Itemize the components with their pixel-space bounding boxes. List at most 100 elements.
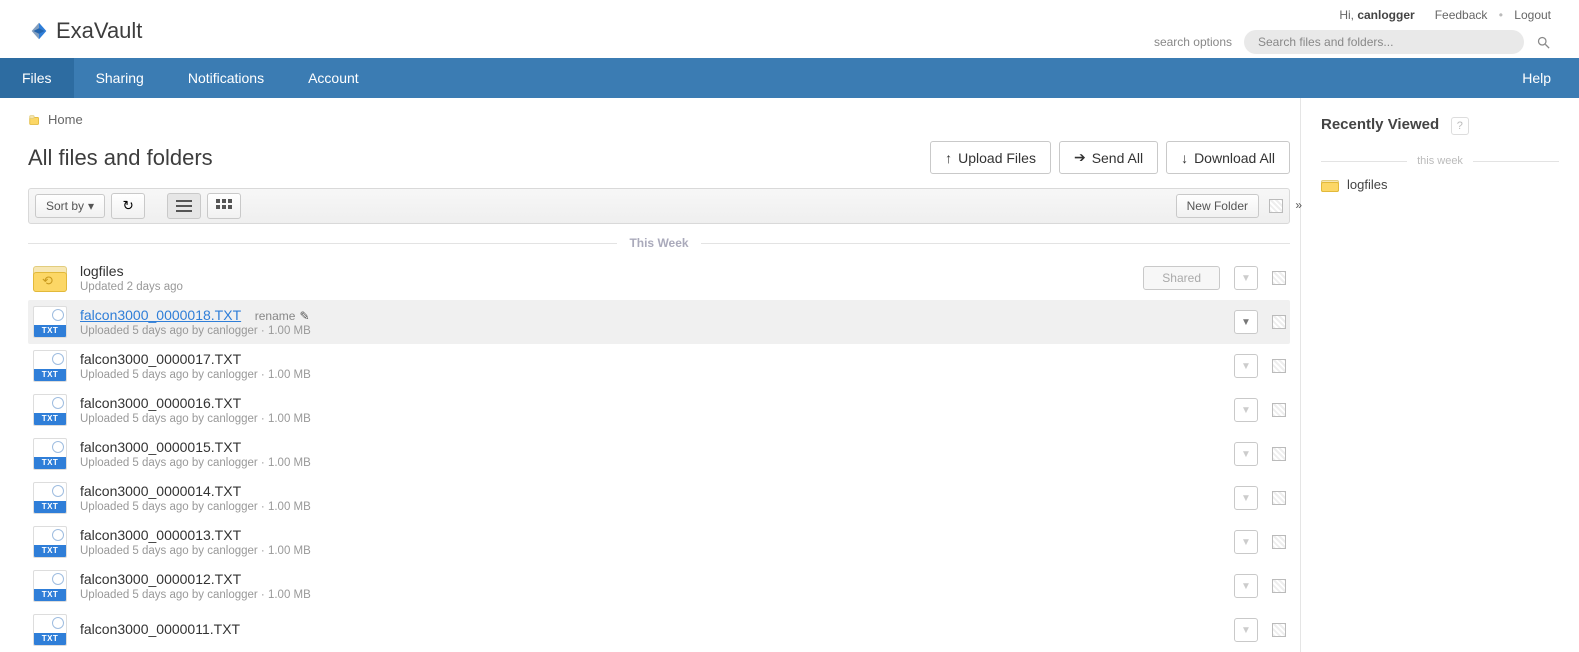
file-checkbox[interactable] bbox=[1272, 623, 1286, 637]
collapse-side-handle[interactable]: » bbox=[1295, 198, 1302, 212]
file-meta: Uploaded 5 days ago by canlogger · 1.00 … bbox=[80, 589, 1234, 601]
nav-notifications[interactable]: Notifications bbox=[166, 58, 286, 98]
file-name: falcon3000_0000011.TXT bbox=[80, 621, 240, 637]
nav-help[interactable]: Help bbox=[1522, 70, 1551, 86]
sort-by-button[interactable]: Sort by ▾ bbox=[35, 194, 105, 218]
file-meta: Uploaded 5 days ago by canlogger · 1.00 … bbox=[80, 545, 1234, 557]
file-actions-dropdown[interactable]: ▼ bbox=[1234, 310, 1258, 334]
list-view-icon bbox=[175, 199, 193, 213]
list-view-button[interactable] bbox=[167, 193, 201, 219]
side-divider: this week bbox=[1321, 155, 1559, 167]
file-meta: Uploaded 5 days ago by canlogger · 1.00 … bbox=[80, 369, 1234, 381]
upload-files-button[interactable]: ↑Upload Files bbox=[930, 141, 1051, 174]
nav-account[interactable]: Account bbox=[286, 58, 381, 98]
download-icon: ↓ bbox=[1181, 150, 1188, 166]
file-actions-dropdown[interactable]: ▼ bbox=[1234, 398, 1258, 422]
clock-icon bbox=[52, 485, 64, 497]
file-checkbox[interactable] bbox=[1272, 579, 1286, 593]
file-checkbox[interactable] bbox=[1272, 491, 1286, 505]
folder-thumbnail: ⟲ bbox=[32, 262, 68, 294]
file-name: falcon3000_0000015.TXT bbox=[80, 439, 241, 455]
folder-actions-dropdown[interactable]: ▼ bbox=[1234, 266, 1258, 290]
page-title: All files and folders bbox=[28, 145, 213, 171]
file-meta: Uploaded 5 days ago by canlogger · 1.00 … bbox=[80, 457, 1234, 469]
clock-icon bbox=[52, 353, 64, 365]
breadcrumb-home: Home bbox=[48, 112, 83, 127]
file-row[interactable]: TXT falcon3000_0000014.TXT Uploaded 5 da… bbox=[28, 476, 1290, 520]
file-checkbox[interactable] bbox=[1272, 447, 1286, 461]
file-actions-dropdown[interactable]: ▼ bbox=[1234, 618, 1258, 642]
select-all-checkbox[interactable] bbox=[1269, 199, 1283, 213]
file-name[interactable]: falcon3000_0000018.TXT bbox=[80, 307, 241, 323]
file-name: falcon3000_0000017.TXT bbox=[80, 351, 241, 367]
rename-link[interactable]: rename bbox=[255, 309, 296, 323]
section-divider: This Week bbox=[28, 236, 1290, 250]
brand-logo[interactable]: ExaVault bbox=[28, 18, 142, 44]
list-toolbar: Sort by ▾ ↻ New Folder bbox=[28, 188, 1290, 224]
file-row[interactable]: TXT falcon3000_0000015.TXT Uploaded 5 da… bbox=[28, 432, 1290, 476]
folder-icon bbox=[1321, 178, 1339, 192]
file-checkbox[interactable] bbox=[1272, 315, 1286, 329]
file-thumbnail: TXT bbox=[32, 350, 68, 382]
file-name: falcon3000_0000013.TXT bbox=[80, 527, 241, 543]
search-input[interactable] bbox=[1244, 30, 1524, 54]
file-actions-dropdown[interactable]: ▼ bbox=[1234, 486, 1258, 510]
file-row[interactable]: TXT falcon3000_0000011.TXT ▼ bbox=[28, 608, 1290, 652]
grid-view-button[interactable] bbox=[207, 193, 241, 219]
main-nav: Files Sharing Notifications Account Help bbox=[0, 58, 1579, 98]
refresh-icon: ↻ bbox=[122, 198, 133, 214]
recently-viewed-title: Recently Viewed bbox=[1321, 116, 1439, 133]
folder-name: logfiles bbox=[80, 263, 1143, 279]
refresh-button[interactable]: ↻ bbox=[111, 193, 145, 219]
file-thumbnail: TXT bbox=[32, 438, 68, 470]
home-icon bbox=[28, 113, 42, 127]
username: canlogger bbox=[1357, 8, 1414, 22]
feedback-link[interactable]: Feedback bbox=[1435, 8, 1488, 22]
file-thumbnail: TXT bbox=[32, 482, 68, 514]
separator-dot: • bbox=[1499, 8, 1503, 22]
file-checkbox[interactable] bbox=[1272, 403, 1286, 417]
file-checkbox[interactable] bbox=[1272, 359, 1286, 373]
clock-icon bbox=[52, 529, 64, 541]
file-row[interactable]: TXT falcon3000_0000018.TXT rename✎ Uploa… bbox=[28, 300, 1290, 344]
upload-icon: ↑ bbox=[945, 150, 952, 166]
search-options-link[interactable]: search options bbox=[1154, 35, 1232, 49]
folder-checkbox[interactable] bbox=[1272, 271, 1286, 285]
help-tooltip-button[interactable]: ? bbox=[1451, 117, 1469, 135]
file-row[interactable]: TXT falcon3000_0000013.TXT Uploaded 5 da… bbox=[28, 520, 1290, 564]
file-actions-dropdown[interactable]: ▼ bbox=[1234, 530, 1258, 554]
logout-link[interactable]: Logout bbox=[1514, 8, 1551, 22]
file-row[interactable]: TXT falcon3000_0000016.TXT Uploaded 5 da… bbox=[28, 388, 1290, 432]
file-meta: Uploaded 5 days ago by canlogger · 1.00 … bbox=[80, 501, 1234, 513]
file-row[interactable]: TXT falcon3000_0000017.TXT Uploaded 5 da… bbox=[28, 344, 1290, 388]
nav-sharing[interactable]: Sharing bbox=[74, 58, 166, 98]
file-thumbnail: TXT bbox=[32, 614, 68, 646]
file-actions-dropdown[interactable]: ▼ bbox=[1234, 442, 1258, 466]
breadcrumb[interactable]: Home bbox=[28, 112, 1290, 127]
greeting-text: Hi, bbox=[1339, 8, 1354, 22]
nav-files[interactable]: Files bbox=[0, 58, 74, 98]
clock-icon bbox=[52, 441, 64, 453]
clock-icon bbox=[52, 617, 64, 629]
file-thumbnail: TXT bbox=[32, 394, 68, 426]
file-actions-dropdown[interactable]: ▼ bbox=[1234, 354, 1258, 378]
file-name: falcon3000_0000012.TXT bbox=[80, 571, 241, 587]
recent-item[interactable]: logfiles bbox=[1321, 177, 1559, 192]
grid-view-icon bbox=[216, 199, 232, 213]
logo-icon bbox=[28, 20, 50, 42]
new-folder-button[interactable]: New Folder bbox=[1176, 194, 1259, 218]
file-row[interactable]: TXT falcon3000_0000012.TXT Uploaded 5 da… bbox=[28, 564, 1290, 608]
shared-badge: Shared bbox=[1143, 266, 1220, 290]
search-icon[interactable] bbox=[1536, 35, 1551, 50]
file-checkbox[interactable] bbox=[1272, 535, 1286, 549]
folder-meta: Updated 2 days ago bbox=[80, 281, 1143, 293]
file-actions-dropdown[interactable]: ▼ bbox=[1234, 574, 1258, 598]
file-name: falcon3000_0000016.TXT bbox=[80, 395, 241, 411]
download-all-button[interactable]: ↓Download All bbox=[1166, 141, 1290, 174]
edit-icon[interactable]: ✎ bbox=[299, 309, 309, 323]
brand-name: ExaVault bbox=[56, 18, 142, 44]
send-all-button[interactable]: ➔Send All bbox=[1059, 141, 1158, 174]
folder-row[interactable]: ⟲ logfiles Updated 2 days ago Shared ▼ bbox=[28, 256, 1290, 300]
section-label: This Week bbox=[617, 236, 700, 250]
clock-icon bbox=[52, 309, 64, 321]
